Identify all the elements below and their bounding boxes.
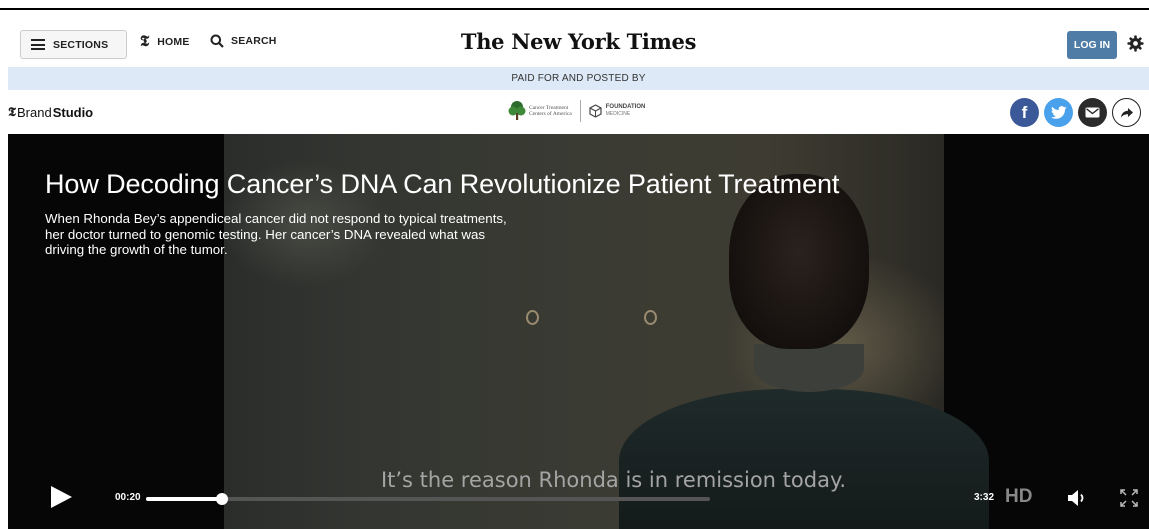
video-player[interactable]: How Decoding Cancer’s DNA Can Revolution…: [8, 134, 1149, 529]
play-icon[interactable]: [49, 485, 73, 509]
brand-studio-logo[interactable]: 𝕿 Brand Studio: [8, 105, 93, 120]
facebook-icon: f: [1021, 102, 1028, 122]
share-forward-icon: [1120, 107, 1133, 117]
progress-bar[interactable]: [146, 493, 710, 505]
duration: 3:32: [974, 492, 995, 503]
facebook-share-button[interactable]: f: [1010, 98, 1039, 127]
masthead: SECTIONS 𝕿 HOME SEARCH The New York Time…: [8, 21, 1149, 67]
tree-icon: [508, 101, 526, 120]
fullscreen-icon[interactable]: [1120, 489, 1138, 507]
brand-studio-bar: 𝕿 Brand Studio Cancer Treatment Centers of…: [8, 90, 1149, 134]
video-dek: When Rhonda Bey’s appendiceal cancer did…: [45, 211, 507, 257]
paid-banner: PAID FOR AND POSTED BY: [8, 67, 1149, 90]
paid-label: PAID FOR AND POSTED BY: [511, 73, 646, 84]
more-share-button[interactable]: [1112, 98, 1141, 127]
hexagon-icon: [589, 104, 602, 118]
progress-fill: [146, 497, 222, 501]
volume-icon[interactable]: [1067, 489, 1089, 507]
person-body: [619, 389, 989, 529]
share-buttons: f: [1010, 98, 1141, 127]
brand-bold: Studio: [52, 105, 94, 120]
brand-prefix: Brand: [16, 105, 52, 120]
email-share-button[interactable]: [1078, 98, 1107, 127]
nyt-logo-container: The New York Times: [8, 29, 1149, 54]
gear-icon[interactable]: [1127, 35, 1144, 52]
fm-line2: MEDICINE: [605, 111, 631, 117]
foundation-medicine-logo[interactable]: FOUNDATION MEDICINE: [589, 104, 646, 118]
fm-line1: FOUNDATION: [605, 104, 646, 110]
earring-right: [644, 310, 657, 325]
video-caption: It’s the reason Rhonda is in remission t…: [380, 468, 847, 492]
sponsor-logos: Cancer Treatment Centers of America FOUND…: [508, 100, 645, 122]
progress-handle[interactable]: [215, 493, 228, 505]
login-button[interactable]: LOG IN: [1067, 31, 1117, 59]
email-icon: [1085, 107, 1100, 118]
person-head: [729, 174, 869, 349]
twitter-share-button[interactable]: [1044, 98, 1073, 127]
current-time: 00:20: [115, 492, 141, 503]
ctca-line2: Centers of America: [529, 111, 572, 117]
top-rule: [0, 0, 1149, 10]
hd-toggle[interactable]: HD: [1005, 486, 1032, 508]
nyt-logo[interactable]: The New York Times: [461, 29, 697, 54]
twitter-icon: [1050, 106, 1066, 119]
video-headline: How Decoding Cancer’s DNA Can Revolution…: [45, 169, 840, 199]
person-collar: [754, 344, 864, 392]
ctca-logo[interactable]: Cancer Treatment Centers of America: [508, 100, 572, 122]
nyt-t-icon: 𝕿: [8, 105, 16, 120]
earring-left: [526, 310, 539, 325]
sponsor-divider: [579, 100, 581, 122]
